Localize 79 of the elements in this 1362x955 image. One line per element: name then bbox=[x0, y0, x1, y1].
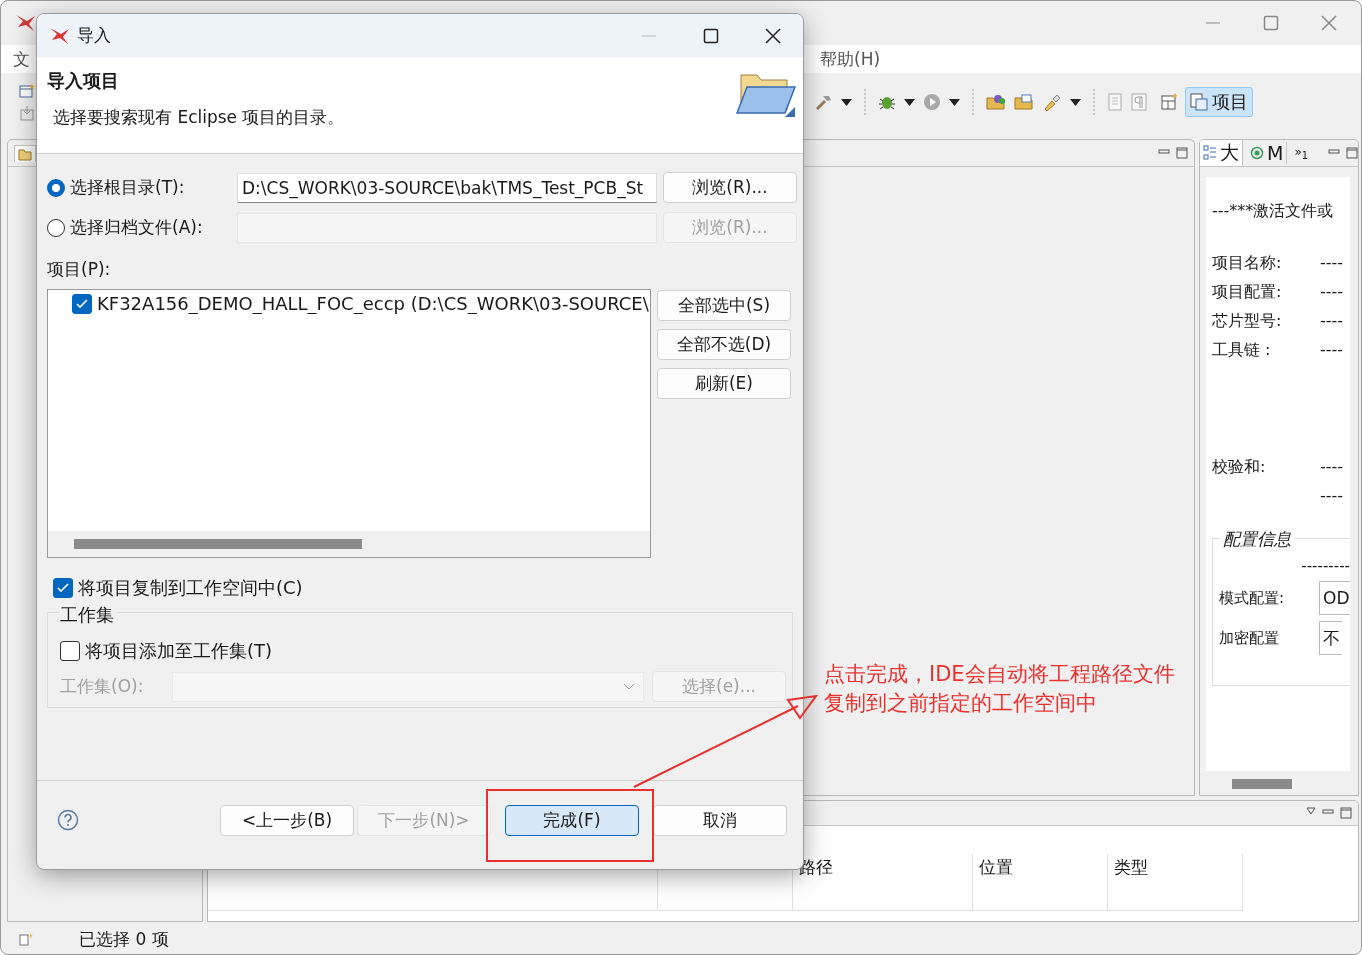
path-field[interactable]: D:\CS_WORK\03-SOURCE\bak\TMS_Test_PCB_St bbox=[237, 172, 657, 203]
target-icon bbox=[1250, 146, 1264, 160]
radio-button[interactable]: 选择根目录(T): bbox=[47, 176, 231, 199]
new-window-icon[interactable] bbox=[19, 83, 35, 99]
annotation-text: 复制到之前指定的工作空间中 bbox=[824, 690, 1098, 717]
folder-icon bbox=[18, 146, 32, 161]
status-text: 已选择 0 项 bbox=[79, 927, 169, 951]
hammer-icon[interactable] bbox=[815, 93, 833, 111]
field-label: 芯片型号: bbox=[1212, 310, 1283, 332]
check-icon bbox=[76, 298, 88, 309]
chevron-down-icon[interactable] bbox=[623, 683, 635, 690]
field-label: 工作集(O): bbox=[60, 675, 145, 698]
copy-checkbox[interactable]: 将项目复制到工作空间中(C) bbox=[53, 576, 793, 600]
panel-tab[interactable] bbox=[14, 144, 36, 162]
open-perspective-icon[interactable] bbox=[1161, 93, 1179, 111]
minimize-icon[interactable] bbox=[1322, 807, 1334, 817]
projects-label: 项目(P): bbox=[47, 258, 112, 281]
list-action-button[interactable]: 全部不选(D) bbox=[657, 329, 791, 360]
group-title: 配置信息 bbox=[1219, 528, 1295, 551]
setting-field[interactable]: 不 bbox=[1319, 621, 1342, 655]
menu-item[interactable]: 文 bbox=[13, 47, 30, 71]
setting-label: 加密配置 bbox=[1219, 628, 1280, 648]
menu-item[interactable]: 帮助(H) bbox=[820, 47, 881, 71]
outline-icon bbox=[1203, 145, 1217, 161]
field-value: ---- bbox=[1320, 339, 1345, 361]
panel-tab[interactable]: 大 bbox=[1200, 140, 1243, 166]
paragraph-icon[interactable] bbox=[1131, 93, 1147, 111]
caret-icon[interactable] bbox=[904, 98, 915, 106]
setting-label: 模式配置: bbox=[1219, 588, 1286, 608]
field-label: 校验和: bbox=[1212, 456, 1267, 478]
maximize-icon[interactable] bbox=[703, 27, 719, 44]
view-menu-icon[interactable] bbox=[1306, 807, 1316, 815]
folder-icon[interactable] bbox=[1014, 93, 1034, 111]
scrollbar-thumb[interactable] bbox=[1232, 779, 1292, 789]
browse-button[interactable]: 浏览(R)... bbox=[663, 172, 797, 203]
dialog-heading: 导入项目 bbox=[47, 69, 120, 93]
project-view-icon bbox=[1190, 93, 1208, 111]
field-label: 工具链 : bbox=[1212, 339, 1272, 361]
wizard-button[interactable]: 取消 bbox=[653, 804, 787, 836]
info-heading: ---***激活文件或 bbox=[1212, 201, 1335, 222]
divider-text: --------- bbox=[1300, 557, 1350, 575]
caret-icon[interactable] bbox=[949, 98, 960, 106]
check-icon bbox=[57, 583, 69, 593]
perspective-button[interactable]: 项目 bbox=[1185, 87, 1253, 117]
dialog-description: 选择要搜索现有 Eclipse 项目的目录。 bbox=[53, 106, 346, 129]
app-logo-icon bbox=[15, 13, 37, 33]
caret-icon[interactable] bbox=[841, 98, 852, 106]
close-icon[interactable] bbox=[765, 27, 781, 44]
list-action-button[interactable]: 全部选中(S) bbox=[657, 290, 791, 321]
caret-icon[interactable] bbox=[1070, 98, 1081, 106]
dialog-title: 导入 bbox=[77, 24, 111, 47]
field-value: ---- bbox=[1320, 252, 1345, 274]
column-header[interactable]: 位置 bbox=[973, 854, 1108, 911]
field-value: ---- bbox=[1320, 281, 1345, 303]
field-value: ---- bbox=[1320, 456, 1345, 478]
wizard-button[interactable]: <上一步(B) bbox=[220, 804, 354, 836]
column-header[interactable]: 类型 bbox=[1108, 854, 1243, 911]
setting-field[interactable]: OD bbox=[1319, 581, 1350, 615]
checkbox[interactable] bbox=[72, 293, 92, 314]
minimize-icon[interactable] bbox=[1158, 147, 1170, 157]
status-icon bbox=[19, 932, 33, 946]
group-title: 工作集 bbox=[60, 603, 118, 627]
torch-icon[interactable] bbox=[1042, 93, 1062, 111]
project-item[interactable]: KF32A156_DEMO_HALL_FOC_eccp (D:\CS_WORK\03-SOURCE\ bbox=[97, 293, 649, 314]
wizard-button[interactable]: 完成(F) bbox=[505, 804, 639, 836]
field-value: ---- bbox=[1320, 310, 1345, 332]
field-label: 项目名称: bbox=[1212, 252, 1283, 274]
import-icon[interactable] bbox=[19, 105, 35, 121]
scrollbar-thumb[interactable] bbox=[74, 539, 362, 549]
help-icon[interactable] bbox=[57, 809, 79, 831]
field-label: 项目配置: bbox=[1212, 281, 1283, 303]
more-tabs-button[interactable]: »$_{1}$ bbox=[1291, 144, 1309, 162]
list-action-button[interactable]: 刷新(E) bbox=[657, 368, 791, 399]
panel-tab[interactable]: M bbox=[1247, 142, 1288, 164]
annotation-text: 点击完成，IDE会自动将工程路径文件 bbox=[824, 661, 1175, 688]
minimize-icon[interactable] bbox=[1328, 147, 1340, 157]
field-value: ---- bbox=[1320, 485, 1345, 507]
open-folder-icon[interactable] bbox=[986, 93, 1006, 111]
run-icon[interactable] bbox=[923, 93, 941, 111]
